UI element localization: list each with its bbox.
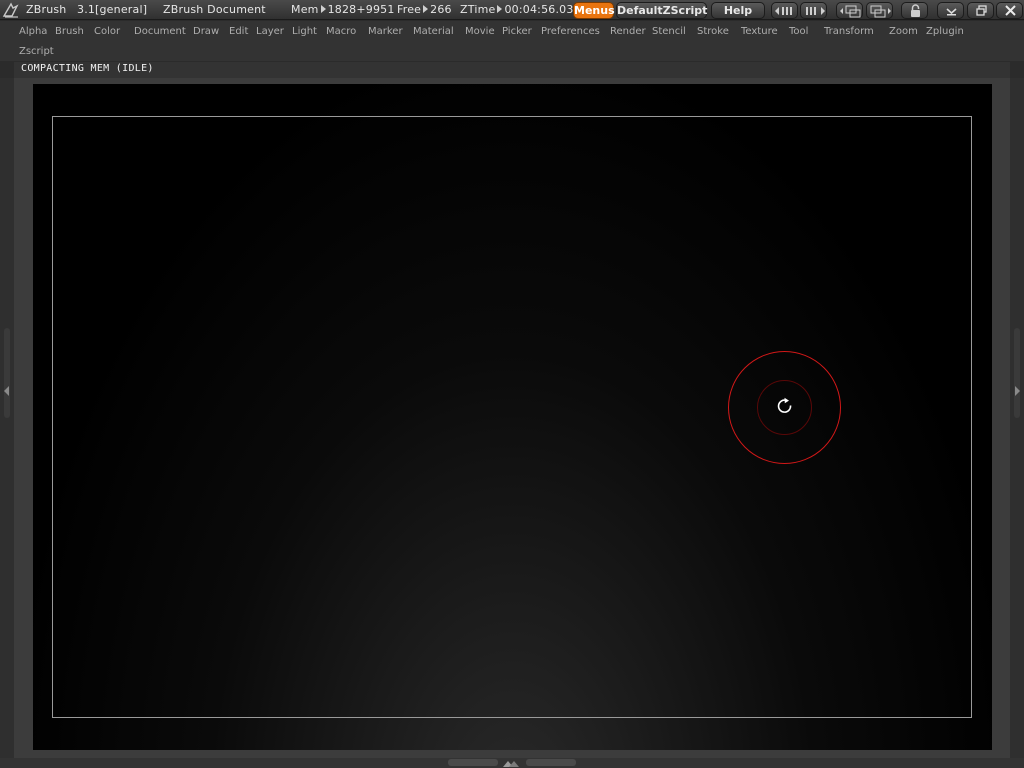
menu-item-color[interactable]: Color <box>94 26 120 37</box>
menu-item-stencil[interactable]: Stencil <box>652 26 686 37</box>
menu-item-picker[interactable]: Picker <box>502 26 532 37</box>
menu-item-marker[interactable]: Marker <box>368 26 403 37</box>
ztime-readout: ZTime 00:04:56.03 <box>460 3 574 16</box>
left-tray-handle[interactable] <box>4 328 10 418</box>
layout-icon <box>870 5 891 18</box>
close-button[interactable] <box>996 2 1023 19</box>
arrow-right-icon <box>1015 386 1020 396</box>
menu-item-tool[interactable]: Tool <box>789 26 808 37</box>
lock-icon <box>911 4 920 17</box>
default-zscript-button[interactable]: DefaultZScript <box>616 2 707 19</box>
menu-item-alpha[interactable]: Alpha <box>19 26 47 37</box>
bottom-tray[interactable] <box>0 758 1024 768</box>
layout-left-button[interactable] <box>836 2 863 19</box>
free-readout: Free 266 <box>397 3 452 16</box>
status-message: COMPACTING MEM (IDLE) <box>21 63 154 74</box>
restore-button[interactable] <box>967 2 994 19</box>
tray-right-toggle-button[interactable] <box>800 2 827 19</box>
menu-item-edit[interactable]: Edit <box>229 26 248 37</box>
layout-right-button[interactable] <box>866 2 893 19</box>
ztime-value: 00:04:56.03 <box>504 3 574 16</box>
arrow-right-icon <box>320 5 326 13</box>
minimize-button[interactable] <box>937 2 964 19</box>
tray-left-toggle-button[interactable] <box>771 2 798 19</box>
app-mode: [general] <box>95 3 148 16</box>
document-label: ZBrush Document <box>163 3 266 16</box>
tray-arrows-icon <box>806 7 825 15</box>
mem-value: 1828+9951 <box>327 3 395 16</box>
menu-item-zplugin[interactable]: Zplugin <box>926 26 964 37</box>
menus-button[interactable]: Menus <box>573 2 615 19</box>
minimize-icon <box>946 8 957 16</box>
free-value: 266 <box>430 3 452 16</box>
menu-item-transform[interactable]: Transform <box>824 26 874 37</box>
menu-item-texture[interactable]: Texture <box>741 26 778 37</box>
menu-item-zscript[interactable]: Zscript <box>19 46 54 57</box>
main-menu-bar: Alpha Brush Color Document Draw Edit Lay… <box>0 21 1024 61</box>
free-label: Free <box>397 3 422 16</box>
bottom-tray-handle-right[interactable] <box>526 759 576 766</box>
zbrush-logo-icon <box>2 2 19 18</box>
menu-item-movie[interactable]: Movie <box>465 26 495 37</box>
menu-item-document[interactable]: Document <box>134 26 186 37</box>
menu-item-layer[interactable]: Layer <box>256 26 284 37</box>
restore-icon <box>976 5 987 16</box>
mem-readout: Mem 1828+9951 <box>291 3 395 16</box>
menu-item-preferences[interactable]: Preferences <box>541 26 600 37</box>
left-tray[interactable] <box>0 78 14 758</box>
menu-item-stroke[interactable]: Stroke <box>697 26 729 37</box>
arrow-right-icon <box>497 5 503 13</box>
arrow-left-icon <box>4 386 9 396</box>
menu-item-zoom[interactable]: Zoom <box>889 26 918 37</box>
rotate-cursor-icon <box>777 397 792 413</box>
right-tray-handle[interactable] <box>1014 328 1020 418</box>
app-name: ZBrush <box>26 3 67 16</box>
menu-item-render[interactable]: Render <box>610 26 646 37</box>
arrow-up-icon <box>503 761 519 767</box>
help-button[interactable]: Help <box>711 2 765 19</box>
menu-item-material[interactable]: Material <box>413 26 454 37</box>
lock-button[interactable] <box>901 2 928 19</box>
menu-item-draw[interactable]: Draw <box>193 26 219 37</box>
menu-item-macro[interactable]: Macro <box>326 26 356 37</box>
mem-label: Mem <box>291 3 319 16</box>
app-version: 3.1 <box>77 3 96 16</box>
ztime-label: ZTime <box>460 3 496 16</box>
tray-arrows-icon <box>775 7 792 15</box>
status-bar: COMPACTING MEM (IDLE) <box>14 62 1010 78</box>
menu-item-brush[interactable]: Brush <box>55 26 84 37</box>
bottom-tray-handle-left[interactable] <box>448 759 498 766</box>
arrow-right-icon <box>423 5 429 13</box>
menu-item-light[interactable]: Light <box>292 26 317 37</box>
right-tray[interactable] <box>1010 78 1024 758</box>
close-icon <box>1005 5 1016 16</box>
title-bar: ZBrush 3.1 [general] ZBrush Document Mem… <box>0 0 1024 20</box>
layout-icon <box>840 5 861 18</box>
